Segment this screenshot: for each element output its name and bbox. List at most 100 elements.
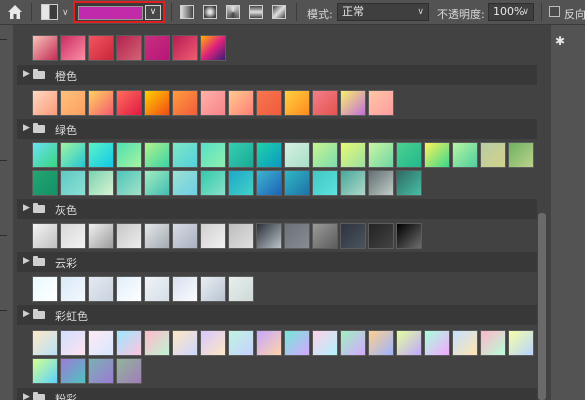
angle-gradient-button[interactable] [226,5,240,19]
gradient-swatch[interactable] [144,170,170,196]
gradient-swatch[interactable] [172,170,198,196]
gradient-swatch[interactable] [200,223,226,249]
gear-icon[interactable]: ✱ [555,34,565,48]
gradient-swatch[interactable] [256,223,282,249]
gradient-swatch[interactable] [144,142,170,168]
gradient-swatch[interactable] [116,35,142,61]
gradient-swatch[interactable] [284,90,310,116]
reverse-checkbox[interactable] [549,6,560,17]
gradient-swatch[interactable] [256,90,282,116]
gradient-swatch[interactable] [116,170,142,196]
gradient-swatch[interactable] [396,330,422,356]
gradient-swatch[interactable] [32,276,58,302]
gradient-swatch[interactable] [284,223,310,249]
gradient-swatch[interactable] [424,142,450,168]
gradient-swatch[interactable] [284,142,310,168]
gradient-swatch[interactable] [284,170,310,196]
chevron-right-icon[interactable]: ▶ [23,392,30,400]
gradient-swatch[interactable] [116,358,142,384]
gradient-swatch[interactable] [228,330,254,356]
gradient-group-header[interactable]: ▶ 云彩 [17,252,547,272]
gradient-swatch[interactable] [60,142,86,168]
gradient-swatch[interactable] [88,170,114,196]
gradient-swatch[interactable] [144,330,170,356]
gradient-swatch[interactable] [424,330,450,356]
gradient-swatch[interactable] [312,330,338,356]
chevron-right-icon[interactable]: ▶ [23,69,30,79]
gradient-swatch[interactable] [32,223,58,249]
chevron-right-icon[interactable]: ▶ [23,256,30,266]
gradient-swatch[interactable] [32,35,58,61]
gradient-swatch[interactable] [32,142,58,168]
gradient-swatch[interactable] [88,330,114,356]
gradient-swatch[interactable] [144,223,170,249]
linear-gradient-button[interactable] [180,5,194,19]
gradient-swatch[interactable] [368,142,394,168]
gradient-swatch[interactable] [200,276,226,302]
gradient-group-header[interactable]: ▶ 灰色 [17,199,547,219]
gradient-swatch[interactable] [116,142,142,168]
gradient-swatch[interactable] [228,170,254,196]
gradient-swatch[interactable] [228,142,254,168]
gradient-swatch[interactable] [312,223,338,249]
gradient-swatch[interactable] [368,90,394,116]
gradient-swatch[interactable] [144,35,170,61]
gradient-swatch[interactable] [256,170,282,196]
gradient-swatch[interactable] [116,276,142,302]
gradient-swatch[interactable] [116,90,142,116]
gradient-swatch[interactable] [200,35,226,61]
gradient-swatch[interactable] [60,358,86,384]
scrollbar-thumb[interactable] [538,213,546,400]
selected-gradient-swatch[interactable] [78,6,143,20]
chevron-down-icon[interactable]: ∨ [145,5,161,20]
gradient-swatch[interactable] [508,142,534,168]
reflected-gradient-button[interactable] [249,5,263,19]
gradient-swatch[interactable] [32,90,58,116]
gradient-swatch[interactable] [452,142,478,168]
gradient-swatch[interactable] [284,330,310,356]
gradient-swatch[interactable] [88,90,114,116]
diamond-gradient-button[interactable] [272,5,286,19]
gradient-group-header[interactable]: ▶ 橙色 [17,65,547,85]
gradient-tool-preset-button[interactable] [41,4,58,20]
gradient-swatch[interactable] [200,90,226,116]
gradient-swatch[interactable] [172,223,198,249]
gradient-swatch[interactable] [396,142,422,168]
gradient-swatch[interactable] [256,142,282,168]
gradient-swatch[interactable] [396,223,422,249]
gradient-swatch[interactable] [88,223,114,249]
gradient-swatch[interactable] [144,90,170,116]
gradient-swatch[interactable] [60,35,86,61]
gradient-swatch[interactable] [228,223,254,249]
gradient-swatch[interactable] [312,170,338,196]
gradient-swatch[interactable] [172,142,198,168]
gradient-swatch[interactable] [200,170,226,196]
gradient-group-header[interactable]: ▶ 粉彩 [17,388,547,400]
gradient-swatch[interactable] [88,358,114,384]
chevron-down-icon[interactable]: ∨ [62,7,69,19]
gradient-swatch[interactable] [312,142,338,168]
gradient-swatch[interactable] [88,35,114,61]
gradient-swatch[interactable] [60,170,86,196]
gradient-group-header[interactable]: ▶ 绿色 [17,119,547,139]
gradient-swatch[interactable] [396,170,422,196]
chevron-right-icon[interactable]: ▶ [23,203,30,213]
gradient-swatch[interactable] [340,330,366,356]
gradient-swatch[interactable] [32,170,58,196]
chevron-right-icon[interactable]: ▶ [23,309,30,319]
gradient-swatch[interactable] [312,90,338,116]
gradient-swatch[interactable] [368,223,394,249]
gradient-swatch[interactable] [172,330,198,356]
gradient-swatch[interactable] [368,170,394,196]
gradient-swatch[interactable] [172,35,198,61]
gradient-swatch[interactable] [480,142,506,168]
gradient-swatch[interactable] [60,330,86,356]
chevron-right-icon[interactable]: ▶ [23,123,30,133]
gradient-swatch[interactable] [116,330,142,356]
gradient-swatch[interactable] [480,330,506,356]
gradient-swatch[interactable] [340,170,366,196]
gradient-swatch[interactable] [340,142,366,168]
gradient-swatch[interactable] [88,276,114,302]
gradient-swatch[interactable] [60,90,86,116]
gradient-swatch[interactable] [116,223,142,249]
